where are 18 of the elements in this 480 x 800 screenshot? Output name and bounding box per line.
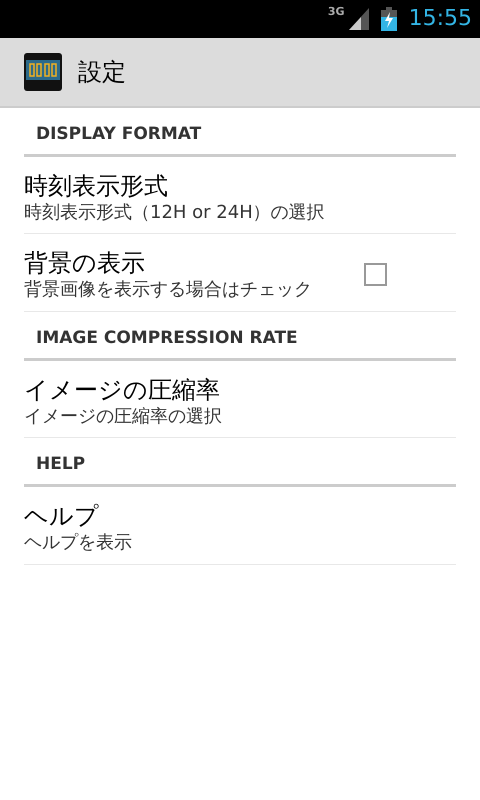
setting-summary: ヘルプを表示: [24, 532, 133, 554]
setting-title[interactable]: 時刻表示形式: [24, 170, 456, 202]
setting-summary: 背景画像を表示する場合はチェック: [24, 279, 313, 302]
setting-summary: イメージの圧縮率の選択: [24, 406, 223, 428]
section-header: HELP: [24, 438, 456, 487]
setting-title[interactable]: 背景の表示: [24, 248, 364, 280]
setting-title[interactable]: ヘルプ: [24, 500, 456, 532]
screen-title: 設定: [78, 57, 126, 88]
network-label: 3G: [328, 6, 345, 17]
signal-icon: [348, 8, 369, 30]
setting-title[interactable]: イメージの圧縮率: [24, 374, 456, 406]
section-header: DISPLAY FORMAT: [24, 108, 456, 156]
section-header: IMAGE COMPRESSION RATE: [24, 312, 456, 361]
clock-time: 15:55: [408, 8, 472, 30]
battery-charging-icon: [380, 7, 397, 31]
digital-clock-icon: [24, 53, 62, 91]
checkbox[interactable]: [364, 263, 387, 286]
setting-summary: 時刻表示形式（12H or 24H）の選択: [24, 202, 326, 224]
